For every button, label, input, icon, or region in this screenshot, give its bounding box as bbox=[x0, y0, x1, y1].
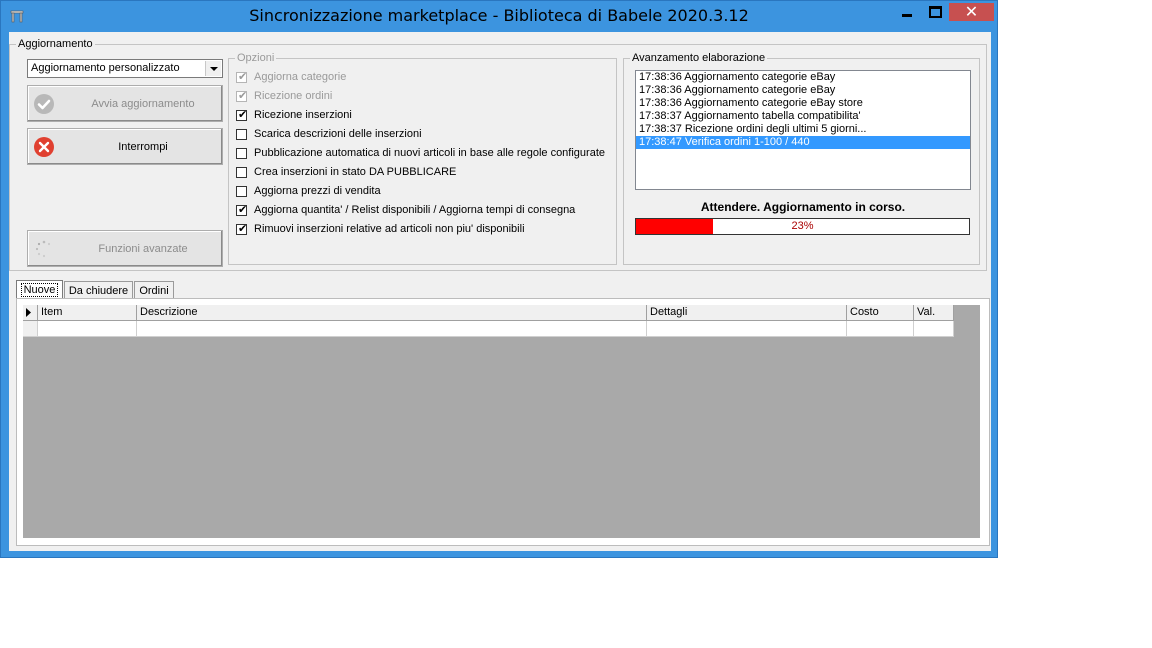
tab-ordini-label: Ordini bbox=[139, 285, 169, 297]
progress-label: 23% bbox=[791, 220, 814, 232]
tab-nuove-label: Nuove bbox=[20, 283, 59, 297]
close-icon: ✕ bbox=[964, 2, 979, 21]
checkmark-icon: ✔ bbox=[238, 70, 248, 83]
update-mode-select[interactable]: Aggiornamento personalizzato bbox=[27, 59, 223, 78]
log-entry[interactable]: 17:38:37 Ricezione ordini degli ultimi 5… bbox=[636, 123, 970, 136]
busy-spinner-icon bbox=[35, 240, 51, 258]
main-window: Sincronizzazione marketplace - Bibliotec… bbox=[0, 0, 998, 558]
start-update-label: Avvia aggiornamento bbox=[91, 98, 195, 110]
current-row-arrow-icon bbox=[26, 308, 31, 317]
client-area: Aggiornamento Aggiornamento personalizza… bbox=[9, 32, 991, 551]
checkbox[interactable]: ✔ bbox=[236, 70, 248, 83]
option-label: Aggiorna categorie bbox=[254, 71, 347, 83]
listings-grid[interactable]: Item Descrizione Dettagli Costo Val. bbox=[23, 305, 980, 538]
minimize-button[interactable] bbox=[894, 3, 920, 21]
checkbox[interactable] bbox=[236, 167, 247, 178]
avanzamento-legend: Avanzamento elaborazione bbox=[630, 51, 768, 65]
checkmark-icon: ✔ bbox=[238, 222, 248, 235]
checkbox[interactable] bbox=[236, 186, 247, 197]
progress-bar: 23% bbox=[635, 218, 970, 235]
log-entry[interactable]: 17:38:47 Verifica ordini 1-100 / 440 bbox=[636, 136, 970, 149]
tab-da-chiudere[interactable]: Da chiudere bbox=[64, 281, 133, 299]
log-entry[interactable]: 17:38:36 Aggiornamento categorie eBay st… bbox=[636, 97, 970, 110]
option-label: Crea inserzioni in stato DA PUBBLICARE bbox=[254, 166, 457, 178]
cell-item[interactable] bbox=[38, 321, 137, 337]
column-header-item[interactable]: Item bbox=[38, 305, 137, 321]
log-entry[interactable]: 17:38:36 Aggiornamento categorie eBay bbox=[636, 71, 970, 84]
tab-ordini[interactable]: Ordini bbox=[134, 281, 174, 299]
aggiornamento-legend: Aggiornamento bbox=[16, 37, 95, 51]
option-label: Ricezione inserzioni bbox=[254, 109, 352, 121]
checkmark-icon: ✔ bbox=[238, 203, 248, 216]
checkbox[interactable] bbox=[236, 148, 247, 159]
update-mode-value: Aggiornamento personalizzato bbox=[31, 62, 180, 74]
checkbox[interactable]: ✔ bbox=[236, 222, 248, 235]
chevron-down-icon[interactable] bbox=[205, 61, 221, 76]
option-label: Ricezione ordini bbox=[254, 90, 333, 102]
checkbox[interactable]: ✔ bbox=[236, 203, 248, 216]
column-header-descrizione[interactable]: Descrizione bbox=[137, 305, 647, 321]
column-header-costo[interactable]: Costo bbox=[847, 305, 914, 321]
option-label: Aggiorna prezzi di vendita bbox=[254, 185, 381, 197]
cell-costo[interactable] bbox=[847, 321, 914, 337]
window-title: Sincronizzazione marketplace - Bibliotec… bbox=[249, 6, 749, 25]
log-entry[interactable]: 17:38:37 Aggiornamento tabella compatibi… bbox=[636, 110, 970, 123]
tab-panel-nuove: Item Descrizione Dettagli Costo Val. bbox=[16, 298, 990, 546]
option-label: Scarica descrizioni delle inserzioni bbox=[254, 128, 422, 140]
checkmark-icon: ✔ bbox=[238, 89, 248, 102]
checkbox[interactable]: ✔ bbox=[236, 89, 248, 102]
opzioni-legend: Opzioni bbox=[235, 51, 277, 65]
option-label: Pubblicazione automatica di nuovi artico… bbox=[254, 147, 605, 159]
cell-dettagli[interactable] bbox=[647, 321, 847, 337]
option-label: Aggiorna quantita' / Relist disponibili … bbox=[254, 204, 576, 216]
maximize-button[interactable] bbox=[922, 3, 948, 21]
title-bar[interactable]: Sincronizzazione marketplace - Bibliotec… bbox=[1, 1, 997, 31]
maximize-icon bbox=[928, 6, 942, 18]
tab-da-chiudere-label: Da chiudere bbox=[68, 285, 129, 297]
checkmark-icon: ✔ bbox=[238, 108, 248, 121]
tab-nuove[interactable]: Nuove bbox=[16, 280, 63, 300]
cell-val[interactable] bbox=[914, 321, 954, 337]
checkbox[interactable] bbox=[236, 129, 247, 140]
start-update-button[interactable]: Avvia aggiornamento bbox=[27, 85, 223, 122]
stop-button[interactable]: Interrompi bbox=[27, 128, 223, 165]
minimize-icon bbox=[902, 13, 912, 17]
close-circle-icon bbox=[34, 137, 54, 157]
log-entry[interactable]: 17:38:36 Aggiornamento categorie eBay bbox=[636, 84, 970, 97]
row-header-cell[interactable] bbox=[23, 321, 38, 337]
cell-descrizione[interactable] bbox=[137, 321, 647, 337]
advanced-functions-label: Funzioni avanzate bbox=[98, 243, 188, 255]
stop-label: Interrompi bbox=[118, 141, 168, 153]
check-circle-icon bbox=[34, 94, 54, 114]
row-header-cell bbox=[23, 305, 38, 321]
close-button[interactable]: ✕ bbox=[949, 3, 994, 21]
progress-log-list[interactable]: 17:38:36 Aggiornamento categorie eBay 17:… bbox=[635, 70, 971, 190]
status-message: Attendere. Aggiornamento in corso. bbox=[700, 200, 906, 214]
column-header-dettagli[interactable]: Dettagli bbox=[647, 305, 847, 321]
column-header-val[interactable]: Val. bbox=[914, 305, 954, 321]
checkbox[interactable]: ✔ bbox=[236, 108, 248, 121]
option-label: Rimuovi inserzioni relative ad articoli … bbox=[254, 223, 525, 235]
advanced-functions-button[interactable]: Funzioni avanzate bbox=[27, 230, 223, 267]
